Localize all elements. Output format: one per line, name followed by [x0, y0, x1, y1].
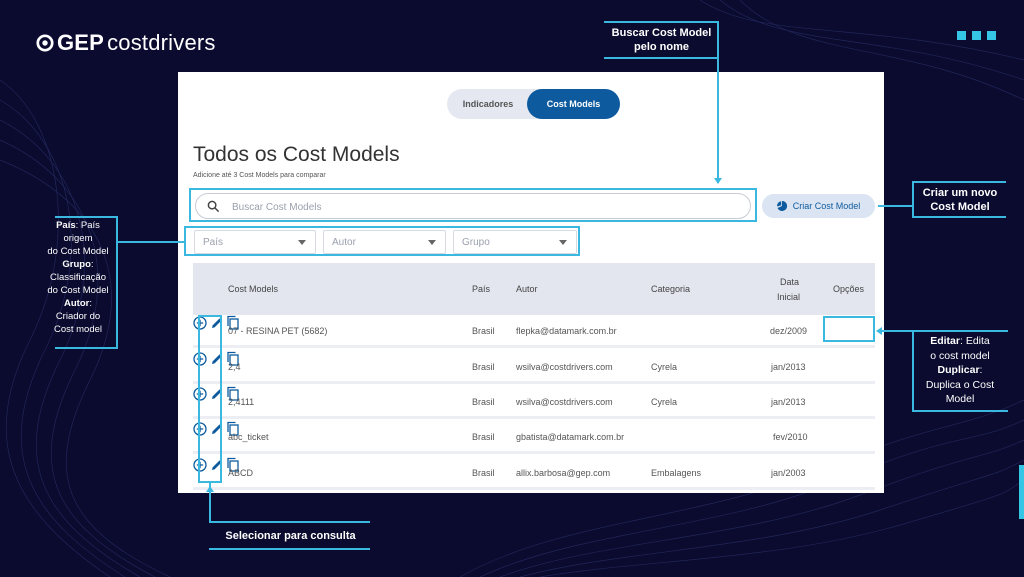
page-title: Todos os Cost Models: [193, 143, 400, 166]
col-data-line-2: Inicial: [777, 292, 801, 302]
annotation-autor-text-2: Criador do: [55, 311, 101, 322]
cell-autor: allix.barbosa@gep.com: [516, 468, 611, 478]
table-row: 2,4 Brasil wsilva@costdrivers.com Cyrela…: [193, 351, 875, 384]
options-arrow-icon: [876, 327, 882, 335]
toggle-cost-models[interactable]: Cost Models: [527, 89, 620, 119]
cell-data: jan/2013: [771, 397, 806, 407]
create-connector: [912, 216, 1006, 218]
annotation-grupo-text-3: do Cost Model: [47, 285, 109, 296]
annotation-editar-text-2: o cost model: [930, 349, 990, 362]
cell-categoria: Cyrela: [651, 397, 678, 407]
annotation-filters: País: País origem do Cost Model Grupo: C…: [40, 219, 116, 336]
annotation-create-line-1: Criar um novo: [922, 187, 998, 199]
search-connector: [604, 57, 719, 59]
cell-pais: Brasil: [472, 432, 495, 442]
filters-connector: [55, 347, 117, 349]
decor-bar: [1019, 465, 1024, 519]
search-arrow-icon: [714, 178, 722, 184]
search-highlight: [189, 188, 757, 222]
cell-pais: Brasil: [472, 468, 495, 478]
annotation-grupo-text: :: [90, 259, 94, 270]
col-categoria: Categoria: [651, 284, 691, 294]
options-highlight: [823, 316, 875, 342]
col-opcoes: Opções: [833, 284, 865, 294]
annotation-duplicar-text-3: Model: [945, 393, 975, 405]
annotation-create-line-2: Cost Model: [930, 201, 990, 213]
create-highlight: [758, 190, 878, 220]
col-autor: Autor: [516, 284, 538, 294]
table-row: 07 - RESINA PET (5682) Brasil flepka@dat…: [193, 315, 875, 348]
table-header: Cost Models País Autor Categoria Data In…: [193, 263, 875, 315]
page-subtitle: Adicione até 3 Cost Models para comparar: [193, 172, 326, 179]
cell-categoria: Cyrela: [651, 362, 678, 372]
cell-data: fev/2010: [773, 432, 808, 442]
cell-name: 2,4: [228, 362, 241, 372]
options-connector: [912, 330, 1008, 332]
options-connector: [912, 410, 1008, 412]
create-connector: [912, 181, 1006, 183]
view-toggle: Indicadores Cost Models: [447, 89, 620, 119]
annotation-create: Criar um novo Cost Model: [914, 186, 1006, 214]
annotation-pais-text-2: origem: [63, 233, 93, 244]
gep-swirl-icon: [36, 34, 54, 52]
cell-data: dez/2009: [770, 326, 808, 336]
costdrivers-logo: GEP costdrivers: [36, 30, 216, 56]
options-connector: [881, 330, 912, 332]
annotation-search-line-1: Buscar Cost Model: [611, 27, 712, 39]
cell-pais: Brasil: [472, 397, 495, 407]
cell-autor: gbatista@datamark.com.br: [516, 432, 625, 442]
cell-autor: wsilva@costdrivers.com: [516, 397, 613, 407]
cell-name: 07 - RESINA PET (5682): [228, 326, 328, 336]
annotation-pais-text: : País: [75, 220, 100, 231]
filters-connector: [55, 216, 117, 218]
table-row: abc_ticket Brasil gbatista@datamark.com.…: [193, 421, 875, 454]
cell-name: ABCD: [228, 468, 254, 478]
select-highlight: [198, 315, 222, 483]
cell-name: abc_ticket: [228, 432, 269, 442]
cell-name: 2,4111: [228, 397, 255, 407]
annotation-search-line-2: pelo nome: [633, 41, 689, 53]
annotation-pais-text-3: do Cost Model: [47, 246, 109, 257]
cell-autor: wsilva@costdrivers.com: [516, 362, 613, 372]
col-pais: País: [472, 284, 491, 294]
annotation-editar-text: : Edita: [959, 335, 990, 347]
table-row: 2,4111 Brasil wsilva@costdrivers.com Cyr…: [193, 386, 875, 419]
filters-highlight: [184, 226, 580, 256]
cell-data: jan/2003: [771, 468, 806, 478]
toggle-indicadores[interactable]: Indicadores: [447, 89, 529, 119]
annotation-select: Selecionar para consulta: [211, 529, 370, 543]
decor-dots: [957, 31, 996, 40]
cell-pais: Brasil: [472, 326, 495, 336]
annotation-duplicar-text: :: [979, 364, 983, 376]
app-screenshot: Indicadores Cost Models Todos os Cost Mo…: [178, 72, 884, 493]
filters-connector: [116, 216, 118, 349]
col-cost-models: Cost Models: [228, 284, 279, 294]
cell-autor: flepka@datamark.com.br: [516, 326, 617, 336]
annotation-options: Editar: Edita o cost model Duplicar: Dup…: [914, 334, 1006, 407]
logo-name: costdrivers: [107, 30, 216, 55]
annotation-search: Buscar Cost Model pelo nome: [604, 26, 719, 54]
logo-prefix: GEP: [57, 30, 105, 55]
annotation-grupo-label: Grupo: [62, 259, 91, 270]
search-connector: [604, 21, 719, 23]
annotation-pais-label: País: [56, 220, 76, 231]
create-connector: [878, 205, 912, 207]
annotation-autor-label: Autor: [64, 298, 90, 309]
annotation-editar-label: Editar: [930, 335, 960, 347]
select-connector: [209, 521, 370, 523]
select-arrow-icon: [206, 486, 214, 492]
cell-pais: Brasil: [472, 362, 495, 372]
cell-categoria: Embalagens: [651, 468, 702, 478]
annotation-grupo-text-2: Classificação: [50, 272, 106, 283]
cell-data: jan/2013: [771, 362, 806, 372]
annotation-duplicar-label: Duplicar: [937, 364, 980, 376]
annotation-select-text: Selecionar para consulta: [225, 530, 356, 542]
annotation-duplicar-text-2: Duplica o Cost: [925, 378, 995, 391]
annotation-autor-text: :: [89, 298, 92, 309]
col-data-line-1: Data: [780, 277, 800, 287]
select-connector: [209, 548, 370, 550]
table-row: ABCD Brasil allix.barbosa@gep.com Embala…: [193, 457, 875, 490]
annotation-autor-text-3: Cost model: [53, 324, 103, 335]
filters-connector: [117, 241, 184, 243]
